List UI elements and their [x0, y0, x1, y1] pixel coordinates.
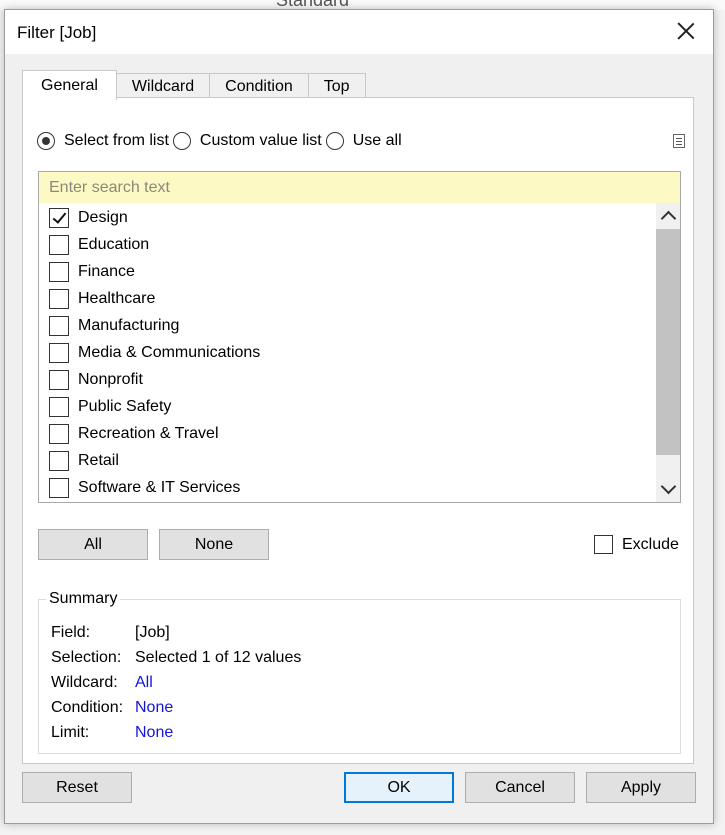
list-item[interactable]: Media & Communications [49, 339, 260, 366]
tab-general[interactable]: General [22, 70, 117, 100]
scroll-thumb[interactable] [656, 229, 680, 455]
summary-row-condition: Condition: None [51, 696, 173, 720]
list-item[interactable]: Manufacturing [49, 312, 179, 339]
summary-row-selection: Selection: Selected 1 of 12 values [51, 646, 301, 670]
list-item[interactable]: Recreation & Travel [49, 420, 219, 447]
list-item-label: Retail [78, 451, 119, 469]
radio-custom-value-list[interactable]: Custom value list [172, 132, 322, 150]
selection-mode-radio-group: Select from list Custom value list Use a… [37, 132, 406, 150]
summary-label: Selection: [51, 649, 122, 666]
summary-title: Summary [46, 590, 121, 608]
radio-button-icon [37, 132, 55, 150]
checkbox[interactable] [49, 450, 69, 471]
radio-label: Custom value list [199, 132, 322, 149]
list-scrollbar[interactable] [656, 203, 680, 502]
radio-select-from-list[interactable]: Select from list [37, 132, 169, 150]
checkbox[interactable] [49, 207, 69, 228]
summary-row-field: Field: [Job] [51, 621, 170, 645]
list-menu-icon[interactable] [673, 134, 685, 148]
radio-label: Use all [352, 132, 402, 149]
list-item-label: Media & Communications [78, 343, 261, 361]
ok-button[interactable]: OK [344, 772, 454, 803]
list-item[interactable]: Retail [49, 447, 119, 474]
list-item-label: Nonprofit [78, 370, 143, 388]
list-item[interactable]: Public Safety [49, 393, 171, 420]
radio-use-all[interactable]: Use all [325, 132, 402, 150]
checkbox[interactable] [49, 396, 69, 417]
list-item-label: Manufacturing [78, 316, 180, 334]
wildcard-link[interactable]: All [135, 674, 153, 692]
tab-condition[interactable]: Condition [209, 73, 309, 99]
close-icon[interactable] [675, 20, 697, 42]
exclude-label: Exclude [622, 535, 679, 553]
list-item-label: Healthcare [78, 289, 156, 307]
value-list: Design Education Finance Healthcare Manu… [38, 203, 681, 503]
checkbox[interactable] [49, 369, 69, 390]
list-item[interactable]: Software & IT Services [49, 474, 240, 501]
select-none-button[interactable]: None [159, 529, 269, 560]
list-item[interactable]: Design [49, 204, 128, 231]
checkbox[interactable] [49, 423, 69, 444]
list-item-label: Software & IT Services [78, 478, 241, 496]
summary-label: Field: [51, 624, 91, 641]
summary-value: [Job] [135, 624, 170, 641]
reset-button[interactable]: Reset [22, 772, 132, 803]
apply-button[interactable]: Apply [586, 772, 696, 803]
dialog-titlebar: Filter [Job] [5, 10, 713, 54]
radio-button-icon [325, 132, 344, 150]
list-item-label: Education [78, 235, 150, 253]
general-tab-panel: Select from list Custom value list Use a… [22, 97, 694, 764]
select-all-button[interactable]: All [38, 529, 148, 560]
radio-label: Select from list [64, 132, 169, 149]
scroll-down-arrow-icon[interactable] [660, 478, 677, 495]
checkbox[interactable] [49, 234, 69, 255]
summary-row-wildcard: Wildcard: All [51, 671, 153, 695]
list-item[interactable]: Education [49, 231, 149, 258]
list-item[interactable]: Finance [49, 258, 135, 285]
checkbox[interactable] [49, 477, 69, 498]
radio-button-icon [172, 132, 191, 150]
tab-top[interactable]: Top [307, 73, 366, 99]
summary-group: Summary Field: [Job] Selection: Selected… [38, 590, 681, 754]
checkbox[interactable] [49, 288, 69, 309]
checkbox[interactable] [49, 315, 69, 336]
list-item-label: Public Safety [78, 397, 172, 415]
list-item-label: Finance [78, 262, 135, 280]
checkbox[interactable] [49, 342, 69, 363]
summary-label: Limit: [51, 724, 90, 741]
summary-row-limit: Limit: None [51, 721, 173, 745]
list-item[interactable]: Healthcare [49, 285, 155, 312]
list-item-label: Design [78, 208, 128, 226]
search-input[interactable] [38, 171, 681, 204]
dialog-title: Filter [Job] [17, 23, 97, 42]
list-item-label: Recreation & Travel [78, 424, 219, 442]
checkbox[interactable] [49, 261, 69, 282]
tab-bar: General Wildcard Condition Top [22, 70, 366, 100]
exclude-checkbox[interactable] [594, 535, 613, 554]
limit-link[interactable]: None [135, 724, 173, 742]
exclude-toggle[interactable]: Exclude [594, 535, 679, 554]
scroll-up-arrow-icon[interactable] [660, 210, 677, 227]
tab-wildcard[interactable]: Wildcard [115, 73, 211, 99]
summary-value: Selected 1 of 12 values [135, 649, 302, 666]
filter-dialog: Filter [Job] General Wildcard Condition … [4, 9, 714, 824]
summary-label: Condition: [51, 699, 124, 716]
condition-link[interactable]: None [135, 699, 173, 717]
cancel-button[interactable]: Cancel [465, 772, 575, 803]
list-item[interactable]: Nonprofit [49, 366, 143, 393]
summary-label: Wildcard: [51, 674, 118, 691]
